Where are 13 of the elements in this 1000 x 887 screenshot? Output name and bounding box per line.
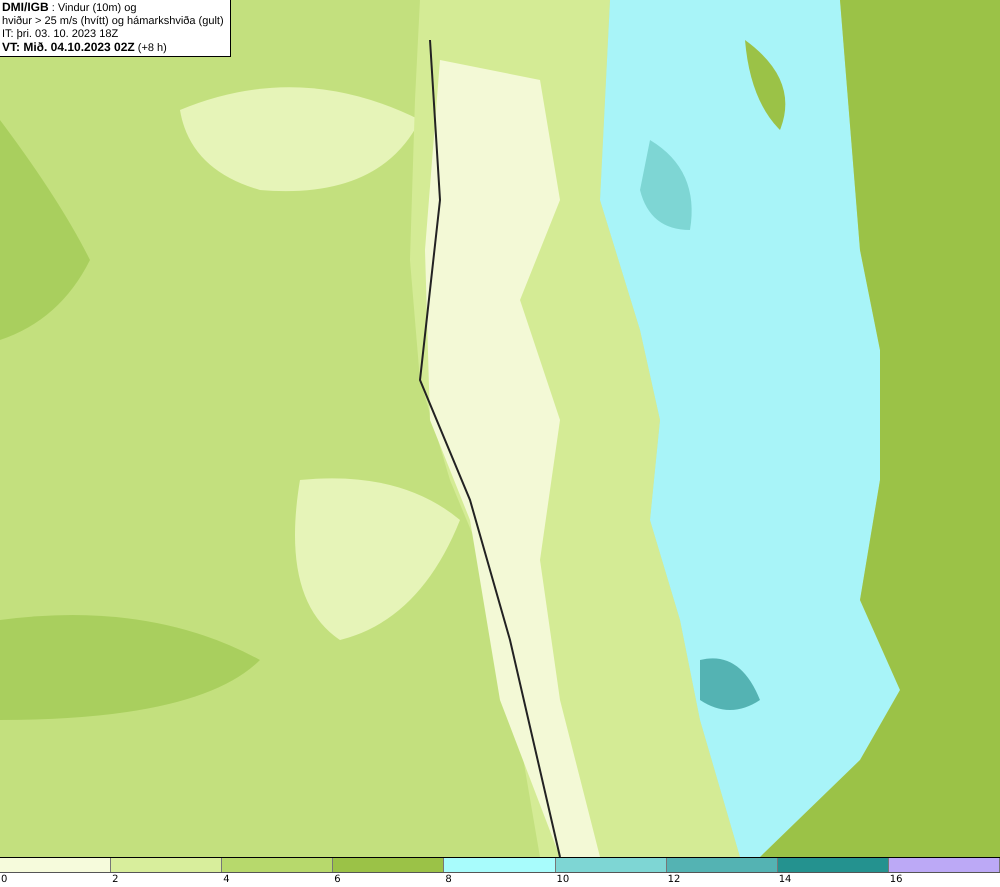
legend-tick-label: 4	[223, 874, 230, 886]
valid-time: VT: Mið. 04.10.2023 02Z (+8 h)	[2, 41, 168, 55]
legend-tick-label: 10	[556, 874, 570, 886]
legend-tick-label: 6	[334, 874, 341, 886]
initial-time: IT: þri. 03. 10. 2023 18Z	[2, 28, 120, 41]
legend-tick-label: 14	[778, 874, 792, 886]
map-subtitle: hviður > 25 m/s (hvítt) og hámarkshviða (gult)	[2, 15, 225, 28]
legend-tick-label: 0	[1, 874, 8, 886]
legend-tick-label: 12	[668, 874, 680, 886]
legend-tick-label: 16	[890, 874, 903, 886]
legend-tick-label: 2	[112, 874, 118, 886]
map-title: DMI/IGB : Vindur (10m) og	[2, 1, 138, 15]
legend-tick-label: 8	[445, 874, 452, 886]
